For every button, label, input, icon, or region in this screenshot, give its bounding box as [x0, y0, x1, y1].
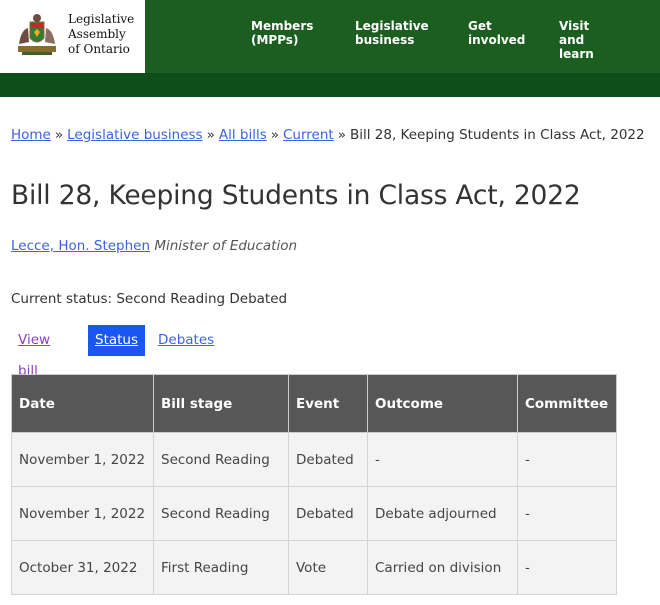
page-title: Bill 28, Keeping Students in Class Act, …: [11, 180, 581, 211]
logo-text: Legislative Assembly of Ontario: [68, 12, 134, 57]
header-subbar: [0, 73, 660, 97]
cell-event: Debated: [288, 486, 368, 541]
breadcrumb-separator: »: [54, 127, 64, 143]
cell-date: October 31, 2022: [11, 540, 154, 595]
breadcrumb-separator: »: [337, 127, 346, 143]
table-row: November 1, 2022 Second Reading Debated …: [11, 432, 617, 487]
breadcrumb-all-bills-link[interactable]: All bills: [219, 127, 267, 143]
ontario-coat-of-arms-icon: [18, 14, 56, 55]
breadcrumb-current-link[interactable]: Current: [283, 127, 334, 143]
breadcrumb-separator: »: [206, 127, 215, 143]
nav-members-line1: Members: [251, 19, 314, 33]
cell-outcome: -: [367, 432, 518, 487]
cell-date: November 1, 2022: [11, 486, 154, 541]
bill-sponsor: Lecce, Hon. Stephen Minister of Educatio…: [11, 238, 297, 254]
cell-bill-stage: Second Reading: [153, 486, 289, 541]
breadcrumb-current-page: Bill 28, Keeping Students in Class Act, …: [349, 127, 645, 143]
cell-event: Debated: [288, 432, 368, 487]
nav-members-line2: (MPPs): [251, 33, 299, 47]
column-header-bill-stage: Bill stage: [153, 374, 289, 433]
cell-outcome: Carried on division: [367, 540, 518, 595]
column-header-date: Date: [11, 374, 154, 433]
cell-committee: -: [517, 540, 617, 595]
tab-view-bill[interactable]: View bill: [18, 325, 50, 379]
nav-visit-line3: learn: [559, 47, 594, 61]
cell-bill-stage: Second Reading: [153, 432, 289, 487]
column-header-outcome: Outcome: [367, 374, 518, 433]
sponsor-link[interactable]: Lecce, Hon. Stephen: [11, 238, 150, 254]
breadcrumb-home-link[interactable]: Home: [11, 127, 51, 143]
nav-visit-and-learn[interactable]: Visit and learn: [559, 19, 594, 61]
cell-event: Vote: [288, 540, 368, 595]
table-header-row: Date Bill stage Event Outcome Committee: [11, 374, 617, 433]
nav-visit-line1: Visit: [559, 19, 590, 33]
column-header-committee: Committee: [517, 374, 617, 433]
table-row: November 1, 2022 Second Reading Debated …: [11, 486, 617, 541]
bill-status-table: Date Bill stage Event Outcome Committee …: [11, 374, 617, 595]
breadcrumb-separator: »: [270, 127, 279, 143]
nav-members[interactable]: Members (MPPs): [251, 19, 313, 47]
nav-legislative-business[interactable]: Legislative business: [355, 19, 429, 47]
nav-visit-line2: and: [559, 33, 585, 47]
cell-committee: -: [517, 486, 617, 541]
tab-status[interactable]: Status: [88, 325, 146, 356]
site-header: Legislative Assembly of Ontario Members …: [0, 0, 660, 73]
nav-get-line1: Get: [468, 19, 492, 33]
nav-get-line2: involved: [468, 33, 526, 47]
column-header-event: Event: [288, 374, 368, 433]
cell-date: November 1, 2022: [11, 432, 154, 487]
current-status: Current status: Second Reading Debated: [11, 291, 288, 307]
cell-committee: -: [517, 432, 617, 487]
breadcrumb: Home» Legislative business» All bills» Curr…: [11, 127, 645, 143]
table-row: October 31, 2022 First Reading Vote Carr…: [11, 540, 617, 595]
cell-bill-stage: First Reading: [153, 540, 289, 595]
sponsor-role: Minister of Education: [154, 238, 298, 254]
logo-line-1: Legislative: [68, 12, 135, 26]
tab-debates[interactable]: Debates: [158, 325, 214, 356]
nav-legislative-line1: Legislative: [355, 19, 429, 33]
cell-outcome: Debate adjourned: [367, 486, 518, 541]
logo-line-3: of Ontario: [68, 42, 130, 56]
breadcrumb-legislative-business-link[interactable]: Legislative business: [67, 127, 202, 143]
site-logo[interactable]: Legislative Assembly of Ontario: [0, 0, 145, 73]
nav-legislative-line2: business: [355, 33, 415, 47]
nav-get-involved[interactable]: Get involved: [468, 19, 525, 47]
logo-line-2: Assembly: [68, 27, 126, 41]
